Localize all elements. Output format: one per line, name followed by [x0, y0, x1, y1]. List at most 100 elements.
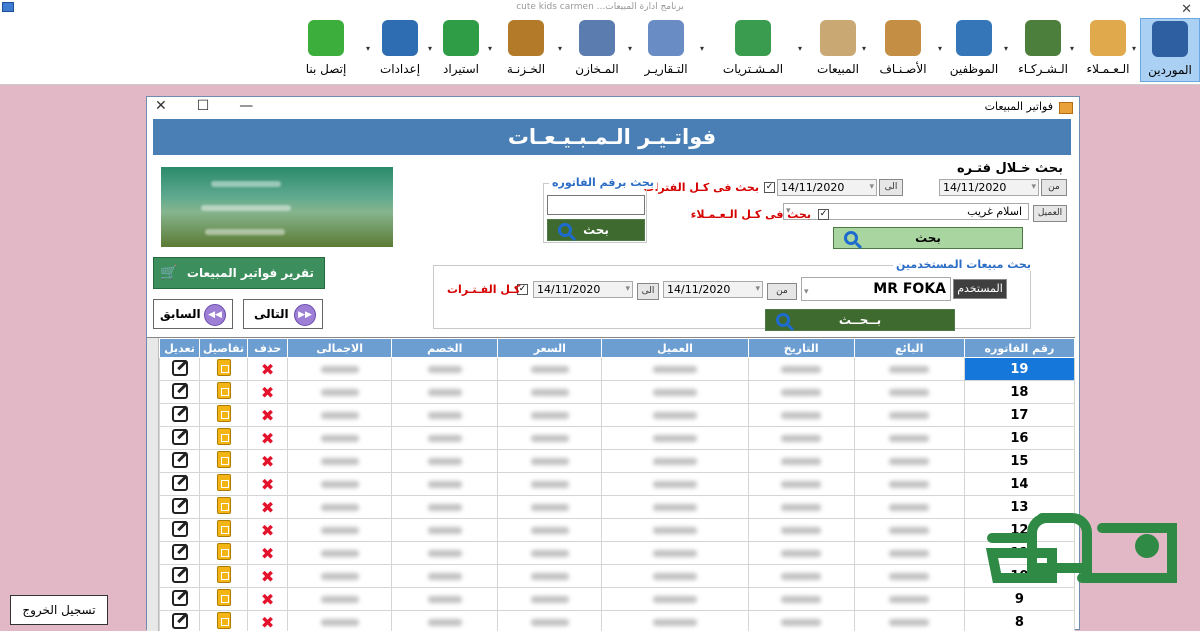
- table-row[interactable]: ✖10: [160, 565, 1075, 588]
- dropdown-arrow-icon[interactable]: ▾: [862, 44, 866, 53]
- column-header[interactable]: السعر: [498, 339, 602, 358]
- edit-cell[interactable]: [160, 542, 200, 565]
- edit-cell[interactable]: [160, 496, 200, 519]
- column-header[interactable]: تعديل: [160, 339, 200, 358]
- table-row[interactable]: ✖ 15: [160, 450, 1075, 473]
- to-date-picker[interactable]: 14/11/2020▾: [777, 179, 877, 196]
- column-header[interactable]: تفاصيل: [200, 339, 248, 358]
- ribbon-item-excel[interactable]: استيراد: [436, 18, 486, 82]
- next-button[interactable]: ▶▶ التالى: [243, 299, 323, 329]
- ribbon-item-settings-gear[interactable]: إعدادات: [374, 18, 426, 82]
- column-header[interactable]: البائع: [854, 339, 964, 358]
- previous-button[interactable]: ◀◀ السابق: [153, 299, 233, 329]
- all-periods-checkbox[interactable]: ✓: [764, 182, 775, 193]
- user-from-date-picker[interactable]: 14/11/2020▾: [663, 281, 763, 298]
- dropdown-arrow-icon[interactable]: ▾: [558, 44, 562, 53]
- ribbon-item-employee[interactable]: الموظفين: [946, 18, 1002, 82]
- user-to-date-picker[interactable]: 14/11/2020▾: [533, 281, 633, 298]
- details-cell[interactable]: [200, 381, 248, 404]
- table-row[interactable]: ✖ 18: [160, 381, 1075, 404]
- edit-cell[interactable]: [160, 381, 200, 404]
- details-cell[interactable]: [200, 404, 248, 427]
- delete-cell[interactable]: ✖: [248, 381, 288, 404]
- close-window-icon[interactable]: ✕: [155, 98, 167, 114]
- invoice-number-cell[interactable]: 19: [964, 358, 1074, 381]
- details-cell[interactable]: [200, 473, 248, 496]
- edit-cell[interactable]: [160, 404, 200, 427]
- ribbon-item-box[interactable]: الأصـنـاف: [870, 18, 936, 82]
- dropdown-arrow-icon[interactable]: ▾: [938, 44, 942, 53]
- table-row[interactable]: ✖12: [160, 519, 1075, 542]
- close-app-icon[interactable]: ✕: [1181, 2, 1192, 17]
- invoice-search-button[interactable]: بحث: [547, 219, 645, 241]
- all-customers-checkbox[interactable]: ✓: [818, 209, 829, 220]
- ribbon-item-partners[interactable]: الـشـركـاء: [1012, 18, 1074, 82]
- invoice-number-cell[interactable]: 8: [964, 611, 1074, 631]
- invoice-number-cell[interactable]: 14: [964, 473, 1074, 496]
- edit-cell[interactable]: [160, 611, 200, 631]
- dropdown-arrow-icon[interactable]: ▾: [1004, 44, 1008, 53]
- ribbon-item-reports[interactable]: التـقاريـر: [636, 18, 696, 82]
- dropdown-arrow-icon[interactable]: ▾: [428, 44, 432, 53]
- table-row[interactable]: ✖ 19: [160, 358, 1075, 381]
- dropdown-arrow-icon[interactable]: ▾: [488, 44, 492, 53]
- details-cell[interactable]: [200, 565, 248, 588]
- delete-cell[interactable]: ✖: [248, 358, 288, 381]
- dropdown-arrow-icon[interactable]: ▾: [700, 44, 704, 53]
- edit-cell[interactable]: [160, 358, 200, 381]
- details-cell[interactable]: [200, 450, 248, 473]
- edit-cell[interactable]: [160, 519, 200, 542]
- details-cell[interactable]: [200, 542, 248, 565]
- delete-cell[interactable]: ✖: [248, 565, 288, 588]
- ribbon-item-safe[interactable]: الخـزنـة: [496, 18, 556, 82]
- sales-report-button[interactable]: 🛒 تقرير فواتير المبيعات: [153, 257, 325, 289]
- table-row[interactable]: ✖ 16: [160, 427, 1075, 450]
- dropdown-arrow-icon[interactable]: ▾: [1132, 44, 1136, 53]
- ribbon-item-suppliers[interactable]: الموردين: [1140, 18, 1200, 82]
- invoice-number-cell[interactable]: 15: [964, 450, 1074, 473]
- delete-cell[interactable]: ✖: [248, 496, 288, 519]
- table-row[interactable]: ✖17: [160, 404, 1075, 427]
- details-cell[interactable]: [200, 496, 248, 519]
- dropdown-arrow-icon[interactable]: ▾: [1070, 44, 1074, 53]
- from-date-picker[interactable]: 14/11/2020▾: [939, 179, 1039, 196]
- column-header[interactable]: حذف: [248, 339, 288, 358]
- column-header[interactable]: التاريخ: [748, 339, 854, 358]
- delete-cell[interactable]: ✖: [248, 611, 288, 631]
- edit-cell[interactable]: [160, 565, 200, 588]
- user-select[interactable]: MR FOKA▾: [801, 277, 951, 301]
- ribbon-item-warehouse[interactable]: المـخازن: [566, 18, 628, 82]
- details-cell[interactable]: [200, 519, 248, 542]
- invoice-number-input[interactable]: [547, 195, 645, 215]
- delete-cell[interactable]: ✖: [248, 542, 288, 565]
- logout-button[interactable]: تسجيل الخروج: [10, 595, 108, 625]
- column-header[interactable]: رقم الفاتوره: [964, 339, 1074, 358]
- delete-cell[interactable]: ✖: [248, 450, 288, 473]
- edit-cell[interactable]: [160, 450, 200, 473]
- period-search-button[interactable]: بحث: [833, 227, 1023, 249]
- details-cell[interactable]: [200, 427, 248, 450]
- invoice-number-cell[interactable]: 18: [964, 381, 1074, 404]
- invoice-number-cell[interactable]: 16: [964, 427, 1074, 450]
- edit-cell[interactable]: [160, 588, 200, 611]
- column-header[interactable]: الاجمالى: [288, 339, 392, 358]
- minimize-window-icon[interactable]: —: [239, 98, 253, 114]
- delete-cell[interactable]: ✖: [248, 427, 288, 450]
- delete-cell[interactable]: ✖: [248, 588, 288, 611]
- user-search-button[interactable]: بــحــث: [765, 309, 955, 331]
- details-cell[interactable]: [200, 611, 248, 631]
- column-header[interactable]: الخصم: [392, 339, 498, 358]
- table-row[interactable]: ✖9: [160, 588, 1075, 611]
- ribbon-item-sales[interactable]: المبيعات: [806, 18, 870, 82]
- edit-cell[interactable]: [160, 427, 200, 450]
- ribbon-item-customers[interactable]: الـعـمـلاء: [1078, 18, 1138, 82]
- table-row[interactable]: ✖11: [160, 542, 1075, 565]
- table-row[interactable]: ✖8: [160, 611, 1075, 631]
- dropdown-arrow-icon[interactable]: ▾: [798, 44, 802, 53]
- delete-cell[interactable]: ✖: [248, 473, 288, 496]
- column-header[interactable]: العميل: [602, 339, 748, 358]
- details-cell[interactable]: [200, 358, 248, 381]
- delete-cell[interactable]: ✖: [248, 519, 288, 542]
- edit-cell[interactable]: [160, 473, 200, 496]
- maximize-window-icon[interactable]: ☐: [197, 98, 210, 114]
